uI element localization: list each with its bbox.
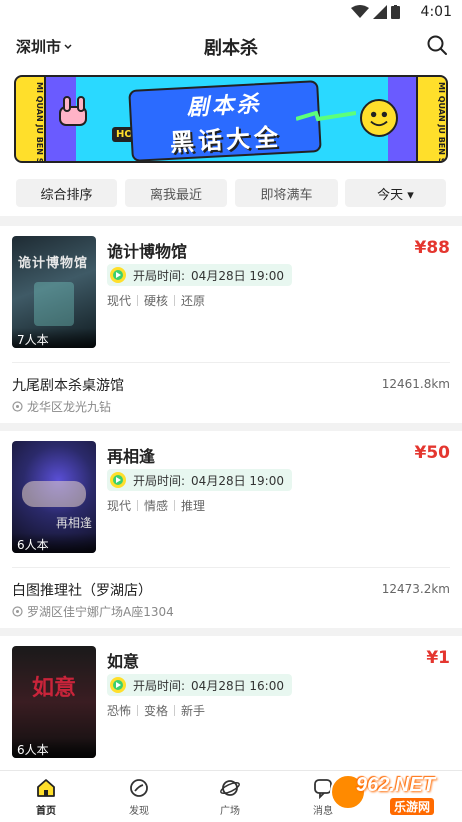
game-card[interactable]: 如意 6人本 如意 ¥1 开局时间: 04月28日 16:00 恐怖 变格 新手 (0, 636, 462, 770)
tag-divider (137, 295, 139, 306)
game-title: 诡计博物馆 (107, 242, 188, 261)
tag-divider (137, 705, 139, 716)
clock-badge-icon (110, 267, 126, 283)
status-icons (351, 5, 400, 19)
home-icon (37, 779, 55, 797)
status-bar: 4:01 (0, 0, 462, 26)
store-address: 罗湖区佳宁娜广场A座1304 (12, 603, 174, 620)
tag: 现代 (107, 499, 132, 513)
card-divider (12, 362, 450, 363)
tag-divider (137, 500, 139, 511)
filter-bar: 综合排序 离我最近 即将满车 今天 ▾ (0, 170, 462, 216)
poster-title: 诡计博物馆 (18, 256, 89, 271)
wifi-icon (351, 5, 369, 18)
game-title: 如意 (107, 652, 140, 671)
tag: 新手 (181, 704, 206, 718)
poster-figure (22, 481, 86, 507)
watermark-sub: 乐游网 (390, 798, 435, 815)
start-time-pill: 开局时间: 04月28日 19:00 (107, 264, 292, 286)
store-address: 龙华区龙光九钻 (12, 398, 111, 415)
nav-label: 首页 (36, 806, 56, 817)
search-icon[interactable] (426, 34, 448, 56)
tag: 情感 (144, 499, 169, 513)
player-count: 7人本 (12, 328, 96, 348)
store-distance: 12461.8km (381, 377, 450, 391)
tag-divider (174, 500, 176, 511)
game-poster: 如意 6人本 (12, 646, 96, 758)
location-icon (12, 401, 23, 412)
player-count: 6人本 (12, 738, 96, 758)
tag: 还原 (181, 294, 206, 308)
card-divider (12, 567, 450, 568)
filter-sort-overall[interactable]: 综合排序 (16, 179, 117, 207)
tag-divider (174, 705, 176, 716)
game-poster: 再相逢 6人本 (12, 441, 96, 553)
game-tags: 现代 硬核 还原 (107, 292, 205, 309)
poster-title: 如意 (32, 676, 77, 701)
clock-badge-icon (110, 677, 126, 693)
hand-sign-icon (59, 96, 87, 126)
banner-section: MI QUAN JU BEN S MI QUAN JU BEN S HOT 剧本… (0, 66, 462, 170)
game-price: ¥1 (426, 648, 450, 668)
game-price: ¥50 (414, 443, 451, 463)
clock-badge-icon (110, 472, 126, 488)
start-label: 开局时间: (133, 268, 186, 283)
watermark-text: 962.NET (356, 774, 435, 796)
banner-side-left: MI QUAN JU BEN S (16, 77, 46, 161)
planet-icon (220, 780, 240, 796)
nav-label: 广场 (220, 806, 240, 817)
discover-icon (130, 779, 148, 797)
start-time-pill: 开局时间: 04月28日 16:00 (107, 674, 292, 696)
start-label: 开局时间: (133, 473, 186, 488)
game-card[interactable]: 诡计博物馆 7人本 诡计博物馆 ¥88 开局时间: 04月28日 19:00 现… (0, 226, 462, 423)
store-distance: 12473.2km (381, 582, 450, 596)
promo-banner[interactable]: MI QUAN JU BEN S MI QUAN JU BEN S HOT 剧本… (14, 75, 448, 163)
tag: 硬核 (144, 294, 169, 308)
start-time: 04月28日 19:00 (191, 473, 284, 488)
game-tags: 现代 情感 推理 (107, 497, 205, 514)
game-card[interactable]: 再相逢 6人本 再相逢 ¥50 开局时间: 04月28日 19:00 现代 情感… (0, 431, 462, 628)
filter-nearest[interactable]: 离我最近 (125, 179, 227, 207)
filter-almost-full[interactable]: 即将满车 (235, 179, 338, 207)
tag: 恐怖 (107, 704, 132, 718)
banner-side-right: MI QUAN JU BEN S (416, 77, 446, 161)
tag-divider (174, 295, 176, 306)
nav-label: 发现 (129, 806, 149, 817)
game-price: ¥88 (414, 238, 451, 258)
nav-square[interactable]: 广场 (200, 777, 260, 817)
start-label: 开局时间: (133, 678, 186, 693)
nav-home[interactable]: 首页 (16, 777, 76, 817)
page-title: 剧本杀 (204, 38, 258, 59)
game-tags: 恐怖 变格 新手 (107, 702, 205, 719)
banner-line-1: 剧本杀 (186, 91, 263, 121)
address-text: 龙华区龙光九钻 (27, 400, 112, 414)
smiley-icon (360, 99, 398, 137)
site-watermark: 962.NET 乐游网 (330, 772, 458, 818)
battery-icon (391, 5, 400, 19)
tag: 变格 (144, 704, 169, 718)
filter-date-dropdown[interactable]: 今天 ▾ (345, 179, 446, 207)
store-name[interactable]: 九尾剧本杀桌游馆 (12, 375, 124, 395)
poster-figure (34, 282, 74, 326)
tag: 推理 (181, 499, 206, 513)
player-count: 6人本 (12, 533, 96, 553)
poster-title: 再相逢 (55, 516, 92, 530)
game-poster: 诡计博物馆 7人本 (12, 236, 96, 348)
signal-icon (373, 5, 387, 19)
nav-discover[interactable]: 发现 (109, 777, 169, 817)
address-text: 罗湖区佳宁娜广场A座1304 (27, 605, 174, 619)
header: 深圳市 剧本杀 (0, 26, 462, 66)
start-time-pill: 开局时间: 04月28日 19:00 (107, 469, 292, 491)
lightning-icon (296, 111, 356, 122)
banner-title: 剧本杀 黑话大全 (128, 80, 322, 161)
location-icon (12, 606, 23, 617)
tag: 现代 (107, 294, 132, 308)
status-time: 4:01 (420, 4, 452, 20)
store-name[interactable]: 白图推理社（罗湖店） (12, 580, 152, 600)
start-time: 04月28日 16:00 (191, 678, 284, 693)
banner-line-2: 黑话大全 (169, 122, 283, 157)
start-time: 04月28日 19:00 (191, 268, 284, 283)
game-title: 再相逢 (107, 447, 156, 466)
